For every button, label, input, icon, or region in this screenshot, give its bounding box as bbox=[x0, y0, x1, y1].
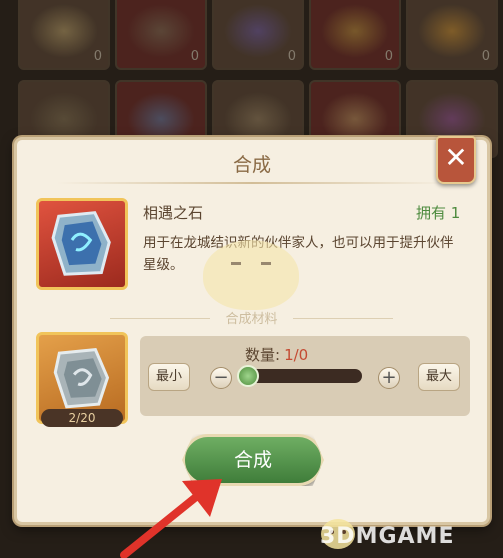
quantity-value: 1/0 bbox=[284, 346, 309, 364]
decrease-button[interactable]: − bbox=[210, 367, 232, 389]
watermark-text: 3DMGAME bbox=[320, 524, 455, 549]
material-quantity-badge: 2/20 bbox=[41, 409, 123, 427]
quantity-label-text: 数量: bbox=[245, 346, 281, 364]
dialog-title: 合成 bbox=[232, 154, 271, 176]
target-item-card bbox=[36, 198, 128, 290]
red-arrow-annotation bbox=[120, 479, 222, 558]
section-divider-right bbox=[293, 318, 393, 319]
minus-icon: − bbox=[213, 367, 229, 388]
owned-count: 拥有 1 bbox=[416, 204, 461, 222]
quantity-slider-handle[interactable] bbox=[237, 365, 259, 387]
materials-section-label: 合成材料 bbox=[225, 312, 278, 327]
plus-icon: + bbox=[381, 367, 397, 388]
mascot-watermark-image bbox=[203, 240, 299, 310]
meeting-stone-icon bbox=[51, 211, 111, 276]
item-description: 用于在龙城结识新的伙伴家人，也可以用于提升伙伴星级。 bbox=[143, 235, 454, 273]
item-name: 相遇之石 bbox=[143, 204, 204, 222]
close-button[interactable]: ✕ bbox=[436, 136, 476, 184]
material-stone-icon bbox=[53, 347, 110, 409]
increase-button[interactable]: + bbox=[378, 367, 400, 389]
min-button[interactable]: 最小 bbox=[148, 363, 190, 391]
close-icon: ✕ bbox=[444, 141, 468, 174]
title-divider bbox=[57, 182, 447, 184]
quantity-label: 数量: 1/0 bbox=[245, 344, 308, 365]
max-button[interactable]: 最大 bbox=[418, 363, 460, 391]
